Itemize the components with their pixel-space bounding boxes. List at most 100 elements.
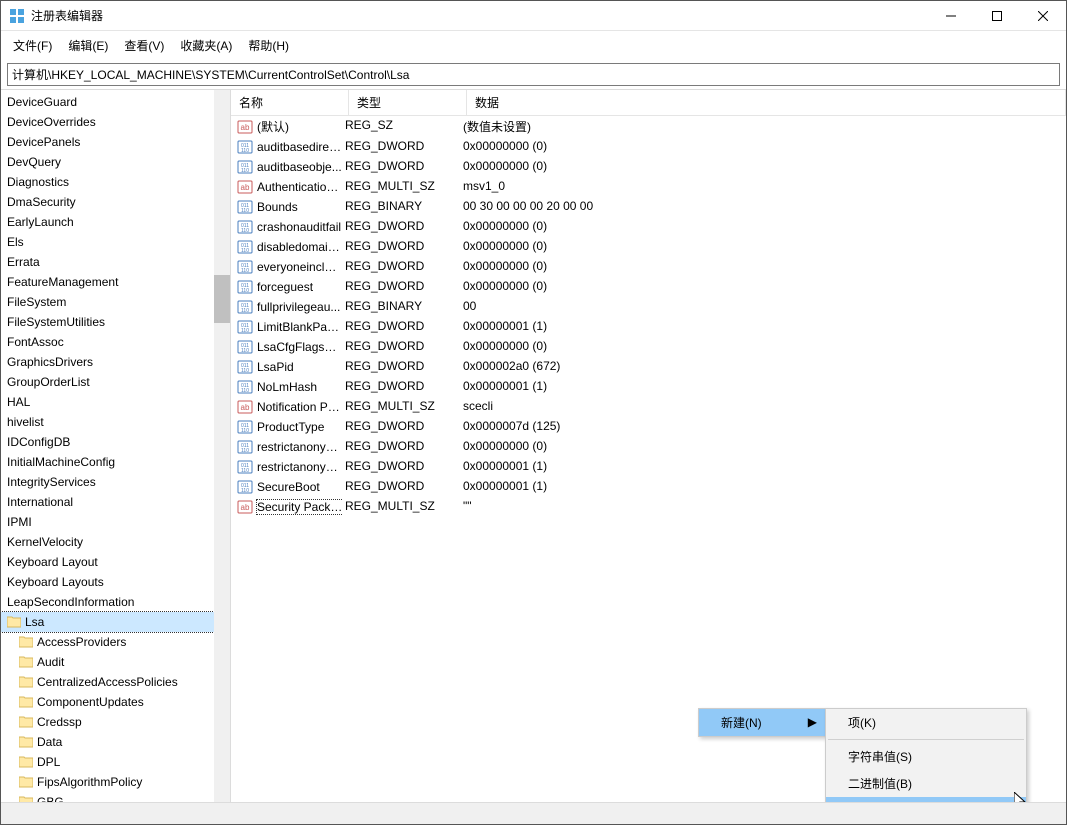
value-row[interactable]: 011110restrictanonym...REG_DWORD0x000000… xyxy=(231,457,1066,477)
svg-text:110: 110 xyxy=(241,168,249,174)
svg-text:110: 110 xyxy=(241,148,249,154)
addressbar-container: 计算机\HKEY_LOCAL_MACHINE\SYSTEM\CurrentCon… xyxy=(1,60,1066,89)
tree-item[interactable]: Errata xyxy=(1,252,230,272)
svg-text:110: 110 xyxy=(241,268,249,274)
svg-text:110: 110 xyxy=(241,248,249,254)
tree-item[interactable]: IntegrityServices xyxy=(1,472,230,492)
window-controls xyxy=(928,1,1066,31)
value-row[interactable]: 011110disabledomain...REG_DWORD0x0000000… xyxy=(231,237,1066,257)
tree-item[interactable]: Keyboard Layout xyxy=(1,552,230,572)
ctx-item[interactable]: 项(K) xyxy=(826,709,1026,736)
tree-item[interactable]: DevQuery xyxy=(1,152,230,172)
tree-item[interactable]: LeapSecondInformation xyxy=(1,592,230,612)
tree-item[interactable]: FileSystem xyxy=(1,292,230,312)
menu-file[interactable]: 文件(F) xyxy=(5,33,60,58)
tree-item[interactable]: FileSystemUtilities xyxy=(1,312,230,332)
tree-item[interactable]: FontAssoc xyxy=(1,332,230,352)
tree-panel: DeviceGuardDeviceOverridesDevicePanelsDe… xyxy=(1,90,231,802)
value-row[interactable]: 011110LimitBlankPass...REG_DWORD0x000000… xyxy=(231,317,1066,337)
ctx-item[interactable]: 二进制值(B) xyxy=(826,770,1026,797)
value-row[interactable]: abAuthentication ...REG_MULTI_SZmsv1_0 xyxy=(231,177,1066,197)
value-row[interactable]: 011110everyoneinclud...REG_DWORD0x000000… xyxy=(231,257,1066,277)
value-row[interactable]: 011110LsaCfgFlagsDe...REG_DWORD0x0000000… xyxy=(231,337,1066,357)
value-row[interactable]: abNotification Pa...REG_MULTI_SZscecli xyxy=(231,397,1066,417)
svg-text:110: 110 xyxy=(241,388,249,394)
context-menu-parent[interactable]: 新建(N) ▶ xyxy=(698,708,826,737)
ctx-item[interactable]: DWORD (32 位)值(D) xyxy=(826,797,1026,802)
svg-text:ab: ab xyxy=(241,503,250,512)
value-row[interactable]: 011110auditbaseobje...REG_DWORD0x0000000… xyxy=(231,157,1066,177)
tree-item[interactable]: HAL xyxy=(1,392,230,412)
tree-item[interactable]: DeviceOverrides xyxy=(1,112,230,132)
tree-scrollbar-thumb[interactable] xyxy=(214,275,230,323)
tree-item[interactable]: Keyboard Layouts xyxy=(1,572,230,592)
tree-item[interactable]: GBG xyxy=(1,792,230,802)
value-row[interactable]: abSecurity Packa...REG_MULTI_SZ"" xyxy=(231,497,1066,517)
tree-item[interactable]: DeviceGuard xyxy=(1,92,230,112)
value-row[interactable]: 011110auditbasedirec...REG_DWORD0x000000… xyxy=(231,137,1066,157)
tree-item[interactable]: ComponentUpdates xyxy=(1,692,230,712)
tree-item[interactable]: GroupOrderList xyxy=(1,372,230,392)
minimize-button[interactable] xyxy=(928,1,974,31)
value-row[interactable]: ab(默认)REG_SZ(数值未设置) xyxy=(231,116,1066,137)
col-header-type[interactable]: 类型 xyxy=(349,90,467,115)
tree-item[interactable]: AccessProviders xyxy=(1,632,230,652)
tree-item[interactable]: Audit xyxy=(1,652,230,672)
svg-text:110: 110 xyxy=(241,208,249,214)
value-row[interactable]: 011110restrictanonym...REG_DWORD0x000000… xyxy=(231,437,1066,457)
tree-item[interactable]: GraphicsDrivers xyxy=(1,352,230,372)
svg-text:ab: ab xyxy=(241,123,250,132)
svg-text:110: 110 xyxy=(241,468,249,474)
col-header-name[interactable]: 名称 xyxy=(231,90,349,115)
col-header-data[interactable]: 数据 xyxy=(467,90,1066,115)
tree-item[interactable]: International xyxy=(1,492,230,512)
addressbar[interactable]: 计算机\HKEY_LOCAL_MACHINE\SYSTEM\CurrentCon… xyxy=(7,63,1060,86)
tree-item[interactable]: Data xyxy=(1,732,230,752)
tree-item[interactable]: Diagnostics xyxy=(1,172,230,192)
tree-item[interactable]: EarlyLaunch xyxy=(1,212,230,232)
tree-scrollbar-track[interactable] xyxy=(214,90,230,802)
value-row[interactable]: 011110NoLmHashREG_DWORD0x00000001 (1) xyxy=(231,377,1066,397)
tree[interactable]: DeviceGuardDeviceOverridesDevicePanelsDe… xyxy=(1,90,230,802)
value-row[interactable]: 011110ProductTypeREG_DWORD0x0000007d (12… xyxy=(231,417,1066,437)
tree-item[interactable]: IPMI xyxy=(1,512,230,532)
list-header[interactable]: 名称 类型 数据 xyxy=(231,90,1066,116)
tree-item[interactable]: DevicePanels xyxy=(1,132,230,152)
svg-text:110: 110 xyxy=(241,428,249,434)
tree-item[interactable]: FeatureManagement xyxy=(1,272,230,292)
context-submenu-new[interactable]: 项(K)字符串值(S)二进制值(B)DWORD (32 位)值(D)QWORD … xyxy=(825,708,1027,802)
tree-item[interactable]: Credssp xyxy=(1,712,230,732)
maximize-button[interactable] xyxy=(974,1,1020,31)
tree-item[interactable]: DPL xyxy=(1,752,230,772)
svg-text:110: 110 xyxy=(241,488,249,494)
menu-favorites[interactable]: 收藏夹(A) xyxy=(172,33,240,58)
window-title: 注册表编辑器 xyxy=(31,7,928,24)
menu-help[interactable]: 帮助(H) xyxy=(240,33,297,58)
svg-text:110: 110 xyxy=(241,228,249,234)
value-row[interactable]: 011110SecureBootREG_DWORD0x00000001 (1) xyxy=(231,477,1066,497)
tree-item[interactable]: DmaSecurity xyxy=(1,192,230,212)
menu-edit[interactable]: 编辑(E) xyxy=(60,33,116,58)
tree-item[interactable]: IDConfigDB xyxy=(1,432,230,452)
tree-item[interactable]: Els xyxy=(1,232,230,252)
svg-text:110: 110 xyxy=(241,328,249,334)
tree-item[interactable]: FipsAlgorithmPolicy xyxy=(1,772,230,792)
tree-item[interactable]: KernelVelocity xyxy=(1,532,230,552)
value-row[interactable]: 011110forceguestREG_DWORD0x00000000 (0) xyxy=(231,277,1066,297)
value-row[interactable]: 011110crashonauditfailREG_DWORD0x0000000… xyxy=(231,217,1066,237)
ctx-new[interactable]: 新建(N) ▶ xyxy=(699,709,825,736)
value-row[interactable]: 011110BoundsREG_BINARY00 30 00 00 00 20 … xyxy=(231,197,1066,217)
titlebar[interactable]: 注册表编辑器 xyxy=(1,1,1066,31)
ctx-item[interactable]: 字符串值(S) xyxy=(826,743,1026,770)
tree-item[interactable]: InitialMachineConfig xyxy=(1,452,230,472)
menu-view[interactable]: 查看(V) xyxy=(116,33,172,58)
value-row[interactable]: 011110LsaPidREG_DWORD0x000002a0 (672) xyxy=(231,357,1066,377)
tree-item[interactable]: CentralizedAccessPolicies xyxy=(1,672,230,692)
svg-text:110: 110 xyxy=(241,308,249,314)
content: DeviceGuardDeviceOverridesDevicePanelsDe… xyxy=(1,89,1066,802)
value-row[interactable]: 011110fullprivilegeau...REG_BINARY00 xyxy=(231,297,1066,317)
tree-item[interactable]: hivelist xyxy=(1,412,230,432)
tree-item[interactable]: Lsa xyxy=(1,612,230,632)
list-body[interactable]: ab(默认)REG_SZ(数值未设置)011110auditbasedirec.… xyxy=(231,116,1066,517)
close-button[interactable] xyxy=(1020,1,1066,31)
